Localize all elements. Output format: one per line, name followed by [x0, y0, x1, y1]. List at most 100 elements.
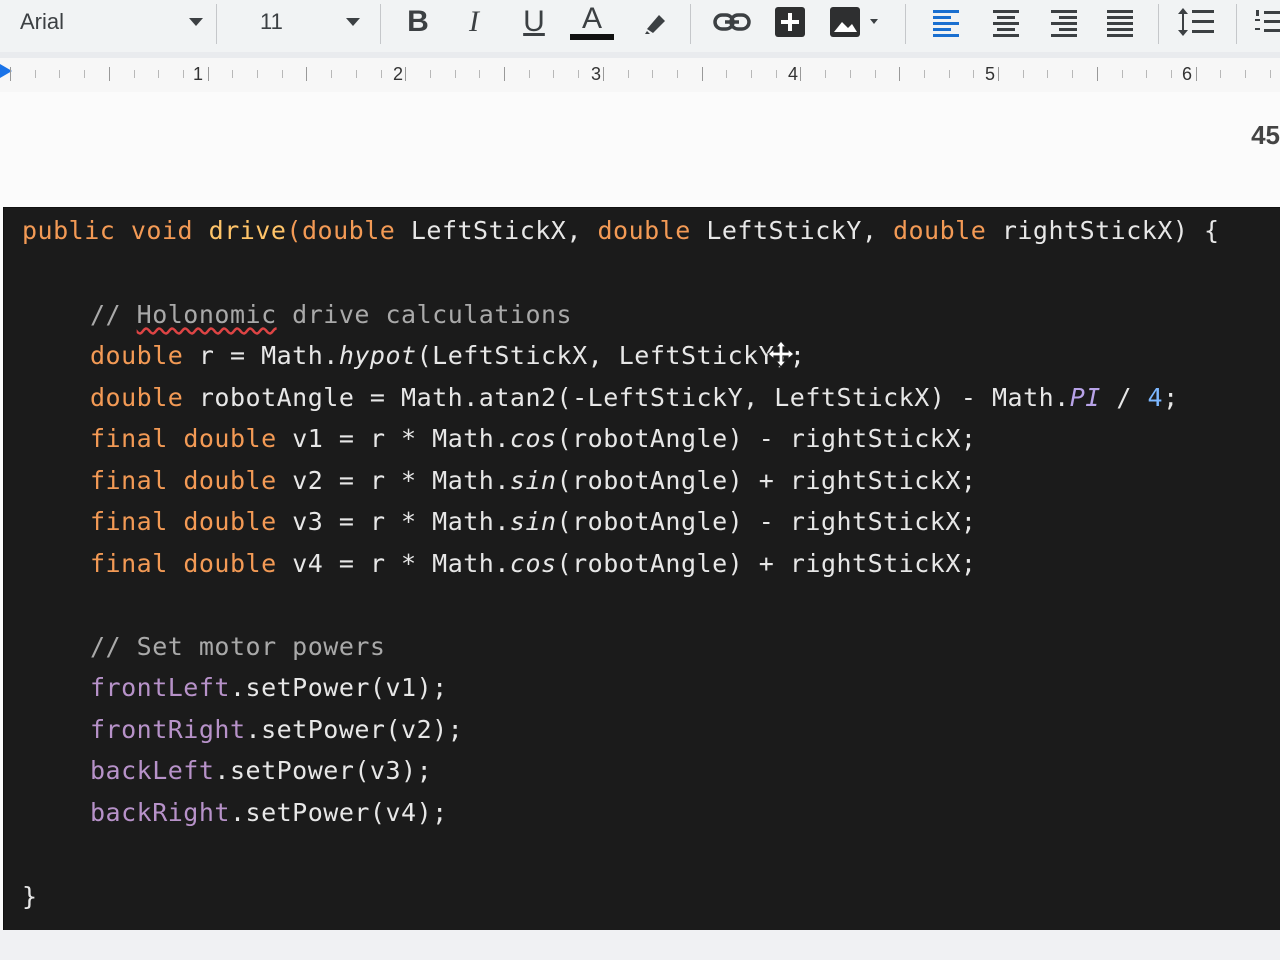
code-line-motor: backLeft.setPower(v3);	[90, 756, 432, 785]
ruler-tick	[207, 67, 209, 81]
insert-image-button[interactable]	[826, 0, 890, 44]
code-line-motor: backRight.setPower(v4);	[90, 798, 448, 827]
insert-link-button[interactable]	[708, 0, 756, 44]
align-justify-button[interactable]	[1096, 0, 1144, 44]
insert-image-icon	[830, 7, 878, 37]
ruler-tick	[1047, 70, 1049, 78]
underline-label: U	[523, 5, 545, 38]
text-color-button[interactable]: A	[570, 0, 614, 44]
formatting-toolbar: Arial 11 B I U A	[0, 0, 1280, 52]
ruler-tick	[59, 70, 61, 78]
method-call: sin	[509, 507, 557, 536]
link-icon	[713, 13, 751, 31]
ruler-label: 6	[1182, 64, 1193, 84]
toolbar-divider	[905, 4, 906, 44]
ruler-tick	[405, 67, 407, 81]
move-cursor-icon	[767, 340, 795, 368]
chevron-down-icon	[189, 18, 203, 26]
code-text: (robotAngle) - rightStickX;	[556, 424, 977, 453]
method-call: sin	[509, 466, 557, 495]
horizontal-ruler[interactable]: 1 2 3 4 5 6	[0, 58, 1280, 93]
align-justify-icon	[1107, 10, 1133, 37]
constant: PI	[1069, 383, 1101, 412]
ruler-tick	[948, 70, 950, 78]
code-comment: // Holonomic drive calculations	[90, 300, 572, 329]
method-call: .setPower(v3);	[214, 756, 433, 785]
keyword: double	[892, 216, 987, 245]
align-center-button[interactable]	[982, 0, 1030, 44]
keyword: public	[22, 216, 116, 245]
code-line-v2: final double v2 = r * Math.sin(robotAngl…	[90, 466, 976, 495]
code-text: r = Math.	[183, 341, 339, 370]
toolbar-divider	[380, 4, 381, 44]
font-family-select[interactable]: Arial	[0, 0, 215, 44]
align-left-button[interactable]	[922, 0, 970, 44]
code-block[interactable]: public void drive(double LeftStickX, dou…	[4, 208, 1280, 930]
ruler-tick	[874, 70, 876, 78]
font-size-value: 11	[260, 9, 283, 34]
method-call: .setPower(v4);	[229, 798, 448, 827]
ruler-tick	[429, 70, 431, 78]
ruler-tick	[34, 70, 36, 78]
ruler-tick	[553, 70, 555, 78]
ruler-tick	[652, 70, 654, 78]
code-text: v3 = r * Math.	[276, 507, 510, 536]
chevron-down-icon	[346, 18, 360, 26]
code-text: (robotAngle) + rightStickX;	[556, 549, 977, 578]
ruler-tick	[973, 70, 975, 78]
ruler-tick	[232, 70, 234, 78]
toolbar-divider	[216, 4, 217, 44]
ruler-tick	[257, 70, 258, 78]
code-line-motor: frontLeft.setPower(v1);	[90, 673, 448, 702]
function-name: drive	[208, 216, 287, 245]
toolbar-divider	[1236, 4, 1237, 44]
paren: (	[286, 216, 302, 245]
highlighter-icon	[645, 15, 665, 34]
ruler-tick	[528, 70, 530, 78]
bold-button[interactable]: B	[396, 0, 440, 44]
ruler-tick	[775, 70, 777, 78]
comment-suffix: drive calculations	[276, 300, 573, 329]
numbered-list-button[interactable]	[1252, 0, 1280, 44]
number: 4	[1147, 383, 1164, 412]
line-spacing-button[interactable]	[1172, 0, 1220, 44]
code-line-angle: double robotAngle = Math.atan2(-LeftStic…	[90, 383, 1179, 412]
method-call: hypot	[338, 341, 417, 370]
ruler-tick	[1121, 70, 1123, 78]
ruler-tick	[923, 70, 925, 78]
ruler-tick	[1072, 70, 1074, 78]
ruler-tick	[602, 67, 604, 81]
keyword: double	[90, 383, 184, 412]
numbered-list-icon	[1255, 10, 1280, 32]
field-name: frontRight	[90, 715, 246, 744]
ruler-label: 3	[591, 64, 602, 84]
ruler-tick	[182, 70, 184, 78]
keyword: final	[90, 466, 168, 495]
method-call: cos	[509, 424, 557, 453]
ruler-tick	[578, 70, 580, 78]
param: rightStickX) {	[986, 216, 1220, 245]
ruler-label: 5	[985, 64, 996, 84]
code-text: (LeftStickX, LeftStickY);	[416, 341, 806, 370]
code-text: v1 = r * Math.	[276, 424, 510, 453]
keyword: double	[183, 507, 277, 536]
ruler-label: 2	[393, 64, 404, 84]
ruler-label: 4	[788, 64, 799, 84]
semicolon: ;	[1163, 383, 1179, 412]
line-spacing-icon	[1178, 8, 1214, 36]
ruler-tick	[380, 70, 382, 78]
italic-label: I	[469, 5, 479, 38]
highlighter-button[interactable]	[636, 0, 676, 44]
misspelled-word[interactable]: Holonomic	[137, 300, 277, 329]
keyword: final	[90, 549, 168, 578]
underline-button[interactable]: U	[512, 0, 556, 44]
ruler-tick	[1220, 70, 1222, 78]
keyword: double	[183, 424, 277, 453]
italic-button[interactable]: I	[452, 0, 496, 44]
ruler-tick	[133, 70, 135, 78]
insert-comment-button[interactable]	[770, 0, 810, 44]
method-call: .setPower(v1);	[229, 673, 448, 702]
align-right-button[interactable]	[1040, 0, 1088, 44]
ruler-tick	[899, 67, 901, 81]
ruler-tick	[1170, 70, 1172, 78]
